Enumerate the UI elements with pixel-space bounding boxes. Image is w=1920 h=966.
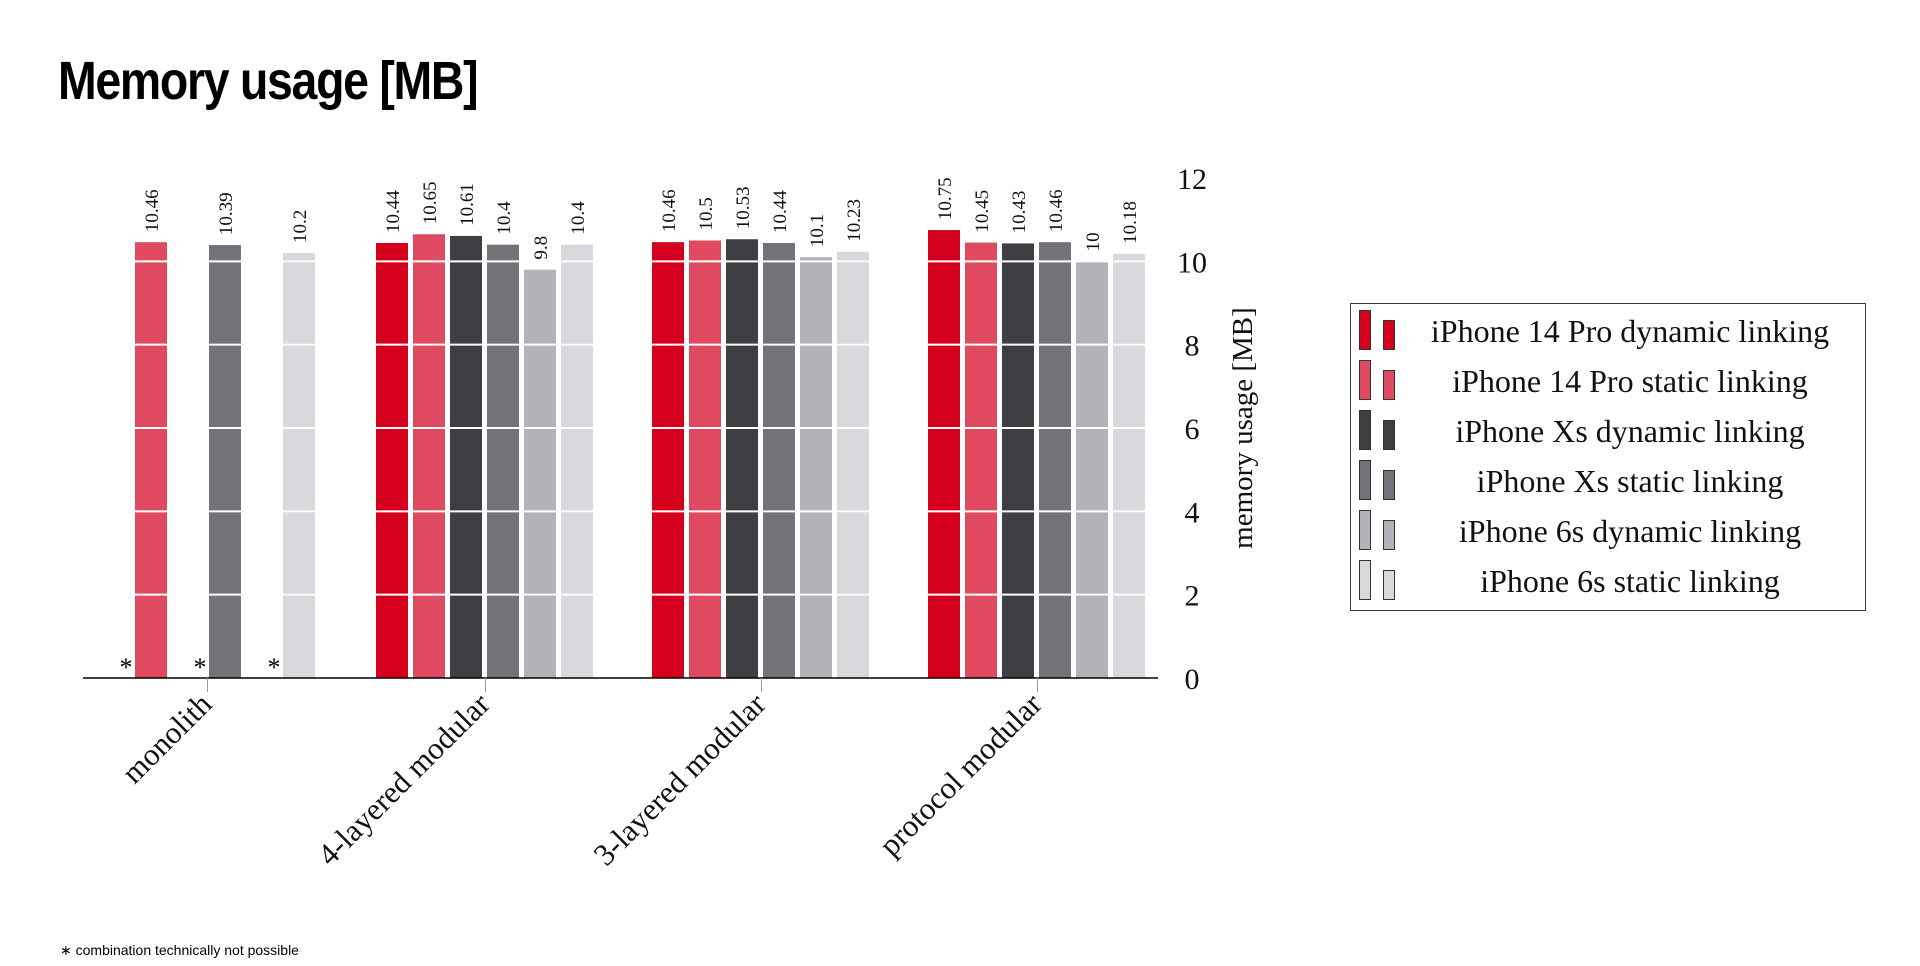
legend-swatch bbox=[1359, 460, 1371, 500]
legend-swatch bbox=[1359, 360, 1371, 400]
bar-value-label: 10.46 bbox=[659, 189, 680, 232]
legend-item: iPhone 14 Pro static linking bbox=[1351, 360, 1865, 410]
x-tick-label: monolith bbox=[115, 686, 219, 790]
bar bbox=[689, 240, 721, 678]
bar bbox=[524, 269, 556, 678]
y-tick-label: 2 bbox=[1185, 580, 1200, 613]
y-tick-label: 8 bbox=[1185, 330, 1200, 363]
bar bbox=[965, 242, 997, 679]
legend-label: iPhone 6s dynamic linking bbox=[1458, 513, 1802, 549]
y-tick-label: 0 bbox=[1185, 663, 1200, 696]
bar bbox=[135, 242, 167, 678]
bar-value-label: 10.53 bbox=[733, 187, 754, 230]
bar-value-label: 10.75 bbox=[935, 177, 956, 220]
legend-swatch bbox=[1383, 570, 1395, 600]
bar-value-label: 10 bbox=[1083, 232, 1104, 251]
bar-value-label: 10.4 bbox=[494, 201, 515, 235]
y-tick-label: 6 bbox=[1185, 413, 1200, 446]
legend-item: iPhone 14 Pro dynamic linking bbox=[1351, 310, 1865, 360]
bar-value-label: 10.39 bbox=[216, 192, 237, 235]
bar bbox=[1076, 261, 1108, 678]
bar bbox=[487, 244, 519, 678]
bar bbox=[800, 257, 832, 678]
bar bbox=[726, 239, 758, 678]
y-axis-label: memory usage [MB] bbox=[1227, 307, 1259, 549]
legend-item: iPhone Xs static linking bbox=[1351, 460, 1865, 510]
bar bbox=[450, 235, 482, 678]
bar-value-label: 10.18 bbox=[1120, 201, 1141, 244]
bar-value-label: 10.1 bbox=[807, 214, 828, 247]
legend-swatch bbox=[1383, 520, 1395, 550]
bar bbox=[1113, 253, 1145, 679]
legend-swatch bbox=[1359, 560, 1371, 600]
legend-swatch bbox=[1383, 370, 1395, 400]
bar bbox=[561, 244, 593, 678]
bar bbox=[763, 243, 795, 678]
y-tick-label: 4 bbox=[1185, 496, 1200, 529]
bar-value-label: 10.46 bbox=[142, 189, 163, 232]
legend-label: iPhone 14 Pro dynamic linking bbox=[1430, 313, 1830, 349]
legend-swatch bbox=[1359, 510, 1371, 550]
legend-item: iPhone 6s dynamic linking bbox=[1351, 510, 1865, 560]
footnote: ∗ combination technically not possible bbox=[60, 942, 299, 958]
legend-item: iPhone 6s static linking bbox=[1351, 560, 1865, 610]
legend-item: iPhone Xs dynamic linking bbox=[1351, 410, 1865, 460]
bar-value-label: 10.5 bbox=[696, 197, 717, 230]
x-tick-label: 3-layered modular bbox=[586, 686, 773, 873]
bar-value-label: 10.2 bbox=[290, 210, 311, 243]
bar-value-label: 10.61 bbox=[457, 183, 478, 226]
bar bbox=[209, 245, 241, 679]
bar-value-label: 10.23 bbox=[844, 199, 865, 242]
bar-value-label: 10.45 bbox=[972, 190, 993, 233]
bar bbox=[283, 253, 315, 678]
bar-value-label: 10.4 bbox=[568, 201, 589, 235]
bar bbox=[1039, 242, 1071, 678]
legend-swatch bbox=[1383, 470, 1395, 500]
bar bbox=[376, 243, 408, 678]
y-tick-label: 10 bbox=[1177, 246, 1207, 279]
bar bbox=[1002, 243, 1034, 678]
legend-label: iPhone 14 Pro static linking bbox=[1452, 363, 1808, 399]
x-tick-label: 4-layered modular bbox=[310, 686, 497, 873]
legend-label: iPhone Xs static linking bbox=[1476, 463, 1784, 499]
bars-layer bbox=[135, 230, 1145, 679]
bar bbox=[413, 234, 445, 678]
bar-value-label: 10.46 bbox=[1046, 189, 1067, 232]
legend-label: iPhone 6s static linking bbox=[1480, 563, 1780, 599]
legend-swatch bbox=[1383, 420, 1395, 450]
bar-value-label: 10.44 bbox=[770, 190, 791, 233]
bar-value-label: 10.43 bbox=[1009, 191, 1030, 234]
legend-swatch bbox=[1383, 320, 1395, 350]
bar bbox=[928, 230, 960, 679]
x-tick-label: protocol modular bbox=[872, 686, 1049, 863]
bar-value-label: 10.65 bbox=[420, 182, 441, 225]
chart-legend: iPhone 14 Pro dynamic linking iPhone 14 P… bbox=[1350, 303, 1866, 611]
y-tick-label: 12 bbox=[1177, 163, 1207, 196]
bar bbox=[837, 251, 869, 678]
legend-swatch bbox=[1359, 410, 1371, 450]
legend-swatch bbox=[1359, 310, 1371, 350]
bar-value-label: 9.8 bbox=[531, 236, 552, 260]
bar bbox=[652, 242, 684, 678]
legend-label: iPhone Xs dynamic linking bbox=[1455, 413, 1805, 449]
bar-value-label: 10.44 bbox=[383, 190, 404, 233]
